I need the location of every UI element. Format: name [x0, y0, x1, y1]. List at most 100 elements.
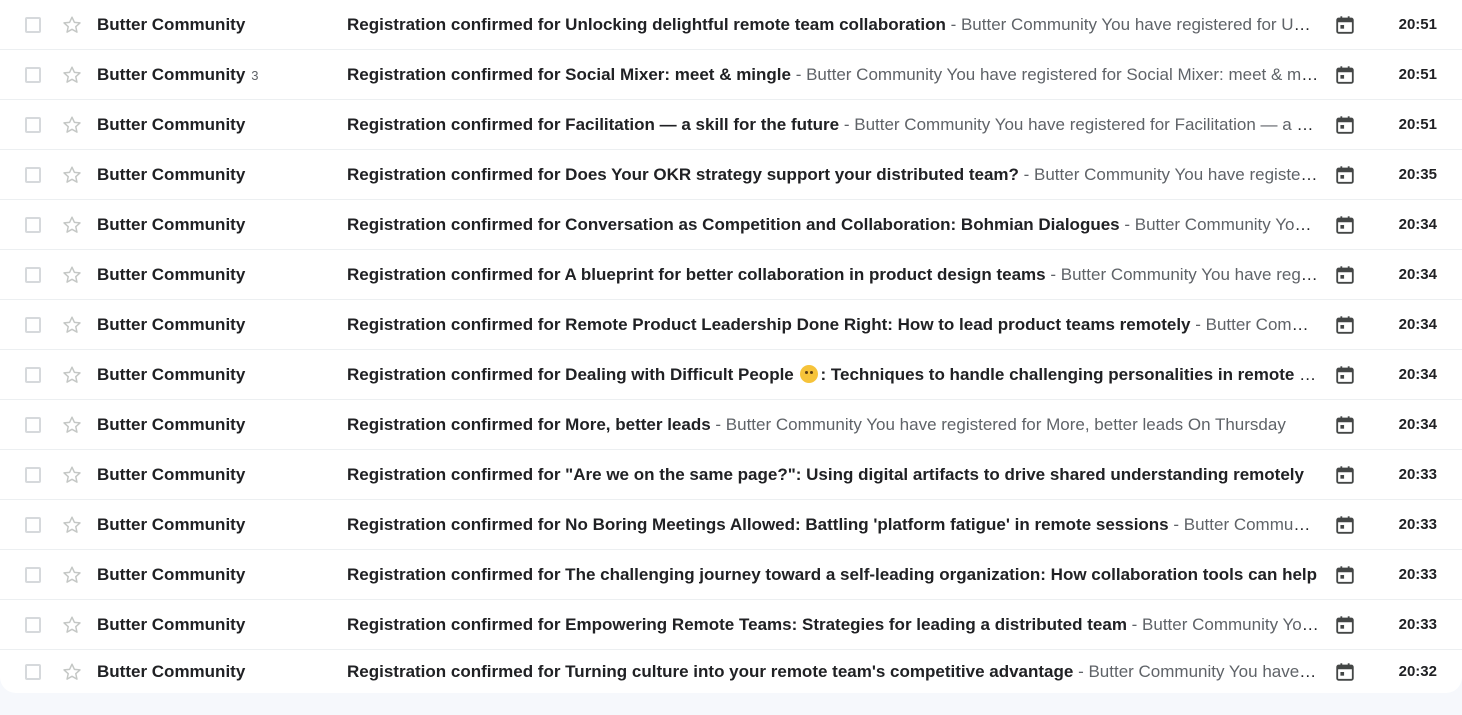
sender-name: Butter Community [97, 615, 251, 635]
email-content: Registration confirmed for The challengi… [347, 565, 1319, 585]
email-subject: Registration confirmed for Dealing with … [347, 364, 1319, 384]
email-row[interactable]: Butter Community Registration confirmed … [0, 300, 1462, 350]
email-time: 20:33 [1398, 466, 1437, 483]
thread-count: 3 [251, 67, 259, 83]
email-row[interactable]: Butter Community Registration confirmed … [0, 350, 1462, 400]
email-subject: Registration confirmed for Unlocking del… [347, 14, 946, 34]
email-content: Registration confirmed for Empowering Re… [347, 615, 1319, 635]
calendar-icon[interactable] [1334, 64, 1356, 86]
calendar-icon[interactable] [1334, 264, 1356, 286]
email-time: 20:34 [1398, 316, 1437, 333]
email-time: 20:34 [1398, 266, 1437, 283]
star-icon[interactable] [61, 214, 83, 236]
calendar-icon[interactable] [1334, 661, 1356, 683]
sender-label: Butter Community [97, 614, 246, 634]
email-row[interactable]: Butter Community Registration confirmed … [0, 0, 1462, 50]
email-row[interactable]: Butter Community Registration confirmed … [0, 450, 1462, 500]
email-time: 20:32 [1398, 663, 1437, 680]
select-checkbox[interactable] [25, 216, 41, 233]
star-icon[interactable] [61, 64, 83, 86]
star-icon[interactable] [61, 314, 83, 336]
calendar-icon[interactable] [1334, 214, 1356, 236]
email-content: Registration confirmed for No Boring Mee… [347, 515, 1319, 535]
calendar-icon[interactable] [1334, 514, 1356, 536]
email-row[interactable]: Butter Community Registration confirmed … [0, 200, 1462, 250]
email-time: 20:35 [1398, 166, 1437, 183]
sender-name: Butter Community [97, 662, 251, 682]
calendar-icon[interactable] [1334, 564, 1356, 586]
email-snippet: - Butter Community You have registered f… [843, 114, 1319, 134]
select-checkbox[interactable] [25, 663, 41, 680]
sender-name: Butter Community [97, 565, 251, 585]
calendar-icon[interactable] [1334, 414, 1356, 436]
email-content: Registration confirmed for Dealing with … [347, 364, 1319, 385]
email-time: 20:33 [1398, 616, 1437, 633]
email-snippet: - Butter Community You have registered f… [710, 414, 1286, 434]
calendar-icon[interactable] [1334, 464, 1356, 486]
email-subject: Registration confirmed for Remote Produc… [347, 314, 1191, 334]
calendar-icon[interactable] [1334, 314, 1356, 336]
sender-name: Butter Community [97, 415, 251, 435]
star-icon[interactable] [61, 414, 83, 436]
email-snippet: - Butter Community You have registered f… [790, 64, 1319, 84]
email-content: Registration confirmed for Does Your OKR… [347, 165, 1319, 185]
email-content: Registration confirmed for Unlocking del… [347, 15, 1319, 35]
select-checkbox[interactable] [25, 16, 41, 33]
sender-name: Butter Community [97, 465, 251, 485]
select-checkbox[interactable] [25, 316, 41, 333]
email-row[interactable]: Butter Community Registration confirmed … [0, 500, 1462, 550]
email-content: Registration confirmed for Turning cultu… [347, 662, 1319, 682]
email-row[interactable]: Butter Community Registration confirmed … [0, 650, 1462, 693]
select-checkbox[interactable] [25, 616, 41, 633]
email-snippet: - Butter Community You have registered [1018, 164, 1319, 184]
email-row[interactable]: Butter Community Registration confirmed … [0, 600, 1462, 650]
star-icon[interactable] [61, 364, 83, 386]
star-icon[interactable] [61, 164, 83, 186]
email-row[interactable]: Butter Community Registration confirmed … [0, 400, 1462, 450]
email-snippet: - Butter Community You have registered f… [950, 14, 1319, 34]
calendar-icon[interactable] [1334, 114, 1356, 136]
select-checkbox[interactable] [25, 66, 41, 83]
email-snippet: - Butter Community You have registered [1124, 214, 1319, 234]
email-time: 20:34 [1398, 366, 1437, 383]
email-row[interactable]: Butter Community Registration confirmed … [0, 100, 1462, 150]
email-snippet: - Butter Community You have registered [1195, 314, 1319, 334]
email-snippet: - Butter Community You have registered [1050, 264, 1319, 284]
select-checkbox[interactable] [25, 166, 41, 183]
sender-label: Butter Community [97, 514, 246, 534]
sender-name: Butter Community [97, 165, 251, 185]
email-subject-part: Registration confirmed for Dealing with … [347, 364, 799, 384]
star-icon[interactable] [61, 114, 83, 136]
select-checkbox[interactable] [25, 266, 41, 283]
select-checkbox[interactable] [25, 366, 41, 383]
select-checkbox[interactable] [25, 466, 41, 483]
email-row[interactable]: Butter Community Registration confirmed … [0, 150, 1462, 200]
select-checkbox[interactable] [25, 516, 41, 533]
calendar-icon[interactable] [1334, 614, 1356, 636]
calendar-icon[interactable] [1334, 364, 1356, 386]
star-icon[interactable] [61, 614, 83, 636]
email-row[interactable]: Butter Community Registration confirmed … [0, 250, 1462, 300]
star-icon[interactable] [61, 661, 83, 683]
email-snippet: - Butter Community You have registered [1173, 514, 1319, 534]
calendar-icon[interactable] [1334, 14, 1356, 36]
email-subject: Registration confirmed for The challengi… [347, 564, 1318, 584]
email-subject: Registration confirmed for Social Mixer:… [347, 64, 791, 84]
sender-label: Butter Community [97, 564, 246, 584]
star-icon[interactable] [61, 464, 83, 486]
select-checkbox[interactable] [25, 116, 41, 133]
select-checkbox[interactable] [25, 416, 41, 433]
star-icon[interactable] [61, 264, 83, 286]
star-icon[interactable] [61, 564, 83, 586]
star-icon[interactable] [61, 514, 83, 536]
sender-label: Butter Community [97, 114, 246, 134]
email-subject: Registration confirmed for Facilitation … [347, 114, 840, 134]
calendar-icon[interactable] [1334, 164, 1356, 186]
email-row[interactable]: Butter Community Registration confirmed … [0, 550, 1462, 600]
email-content: Registration confirmed for More, better … [347, 415, 1319, 435]
sender-label: Butter Community [97, 661, 246, 681]
email-subject: Registration confirmed for Conversation … [347, 214, 1120, 234]
email-row[interactable]: Butter Community 3 Registration confirmed… [0, 50, 1462, 100]
star-icon[interactable] [61, 14, 83, 36]
select-checkbox[interactable] [25, 566, 41, 583]
